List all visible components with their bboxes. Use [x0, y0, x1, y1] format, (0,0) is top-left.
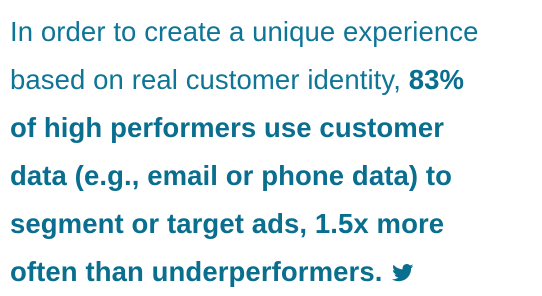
quote-line-5: segment or target ads, 1.5x more [10, 200, 540, 248]
quote-line-6: often than underperformers. [10, 248, 540, 296]
pull-quote: In order to create a unique experience b… [10, 8, 540, 296]
quote-highlight: often than underperformers. [10, 256, 383, 287]
quote-line-3: of high performers use customer [10, 104, 540, 152]
quote-line-1: In order to create a unique experience [10, 8, 540, 56]
quote-highlight: of high performers use customer [10, 112, 445, 143]
twitter-bird-icon[interactable] [392, 264, 414, 282]
quote-line-4: data (e.g., email or phone data) to [10, 152, 540, 200]
quote-line-2: based on real customer identity, 83% [10, 56, 540, 104]
quote-text: In order to create a unique experience [10, 16, 479, 47]
quote-highlight: segment or target ads, 1.5x more [10, 208, 445, 239]
quote-text: based on real customer identity, [10, 64, 409, 95]
quote-highlight: data (e.g., email or phone data) to [10, 160, 453, 191]
quote-highlight: 83% [408, 64, 465, 95]
